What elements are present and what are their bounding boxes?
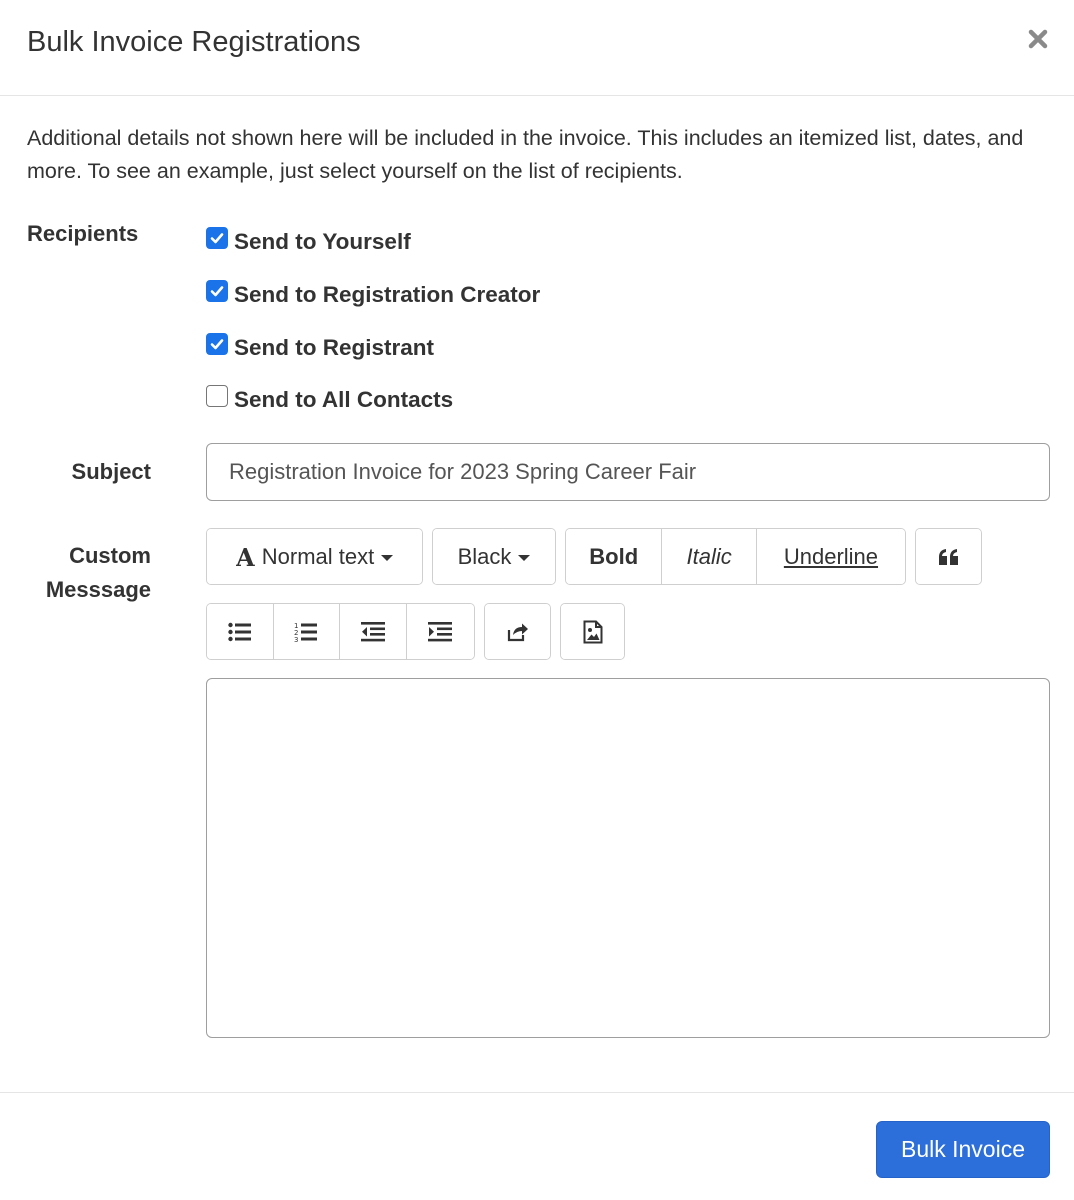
bullet-list-button[interactable] <box>207 604 274 659</box>
check-icon <box>210 233 224 244</box>
bullet-list-icon <box>228 622 251 641</box>
insert-image-button[interactable] <box>561 604 624 659</box>
share-link-icon <box>507 623 528 641</box>
indent-button[interactable] <box>406 604 474 659</box>
share-link-button[interactable] <box>485 604 550 659</box>
bold-button[interactable]: Bold <box>566 529 663 584</box>
close-icon <box>1028 29 1048 49</box>
checkbox-checked[interactable] <box>206 333 228 355</box>
custom-message-label-line1: Custom <box>69 543 151 568</box>
checkbox-checked[interactable] <box>206 280 228 302</box>
format-button-group: Bold Italic Underline <box>565 528 906 585</box>
checkbox-label: Send to Registration Creator <box>234 282 541 307</box>
modal-footer: Bulk Invoice <box>0 1092 1074 1200</box>
image-icon <box>583 620 602 643</box>
checkbox-label: Send to All Contacts <box>234 387 454 412</box>
quote-button-group <box>915 528 982 585</box>
italic-button[interactable]: Italic <box>662 529 757 584</box>
image-button-group <box>560 603 625 660</box>
quote-icon <box>938 548 958 565</box>
checkbox-label: Send to Registrant <box>234 335 435 360</box>
svg-text:3: 3 <box>294 636 298 643</box>
list-button-group: 1 2 3 <box>206 603 475 660</box>
subject-label: Subject <box>71 459 151 484</box>
modal-header: Bulk Invoice Registrations <box>0 0 1074 96</box>
checkbox-checked[interactable] <box>206 227 228 249</box>
checkbox-send-to-registrant[interactable]: Send to Registrant <box>206 333 434 363</box>
checkbox-label: Send to Yourself <box>234 229 411 254</box>
numbered-list-button[interactable]: 1 2 3 <box>273 604 340 659</box>
link-button-group <box>484 603 551 660</box>
heading-select-label: Normal text <box>261 543 375 569</box>
blockquote-button[interactable] <box>916 529 981 584</box>
modal-title: Bulk Invoice Registrations <box>27 26 361 58</box>
checkbox-send-to-yourself[interactable]: Send to Yourself <box>206 227 411 257</box>
numbered-list-icon: 1 2 3 <box>294 622 318 643</box>
outdent-icon <box>360 621 385 641</box>
caret-down-icon <box>518 554 531 561</box>
check-icon <box>210 339 224 350</box>
checkbox-send-to-registration-creator[interactable]: Send to Registration Creator <box>206 280 540 310</box>
close-button[interactable] <box>1024 24 1052 54</box>
outdent-button[interactable] <box>340 604 407 659</box>
intro-text: Additional details not shown here will b… <box>27 126 1024 183</box>
custom-message-label-line2: Messsage <box>45 577 151 602</box>
subject-input[interactable] <box>206 443 1050 501</box>
checkbox-unchecked[interactable] <box>206 385 228 407</box>
custom-message-label: Custom Messsage <box>46 539 151 607</box>
indent-icon <box>428 621 453 641</box>
checkbox-send-to-all-contacts[interactable]: Send to All Contacts <box>206 385 453 415</box>
heading-select[interactable]: A Normal text <box>207 529 422 584</box>
svg-text:A: A <box>236 546 255 568</box>
heading-select-group: A Normal text <box>206 528 423 585</box>
font-icon: A <box>236 546 255 568</box>
check-icon <box>210 286 224 297</box>
color-select-label: Black <box>457 543 512 569</box>
caret-down-icon <box>381 554 394 561</box>
recipients-label: Recipients <box>27 221 139 246</box>
bulk-invoice-button[interactable]: Bulk Invoice <box>876 1121 1050 1178</box>
color-select-group: Black <box>432 528 556 585</box>
color-select[interactable]: Black <box>433 529 555 584</box>
underline-button[interactable]: Underline <box>756 529 905 584</box>
bulk-invoice-modal: Bulk Invoice Registrations Additional de… <box>0 0 1074 1200</box>
message-editor[interactable] <box>206 678 1050 1038</box>
